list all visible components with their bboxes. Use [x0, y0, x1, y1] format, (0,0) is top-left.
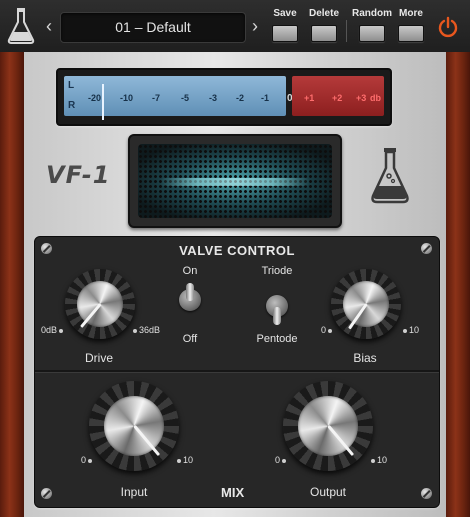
next-preset-button[interactable]: ›: [248, 14, 262, 38]
input-min-label: 0: [81, 455, 94, 465]
power-icon[interactable]: [437, 16, 459, 38]
meter-needle: [102, 84, 104, 120]
output-min-label: 0: [275, 455, 288, 465]
meter-tick: +3: [356, 93, 367, 103]
flask-logo-icon: [7, 8, 35, 44]
drive-min-label: 0dB: [41, 325, 65, 335]
save-key[interactable]: [272, 25, 298, 42]
on-off-toggle[interactable]: [179, 283, 201, 317]
toggle-on-label: On: [182, 265, 198, 277]
input-max-label: 10: [175, 455, 193, 465]
meter-tick: +1: [304, 93, 315, 103]
meter-tick: -2: [236, 93, 245, 103]
drive-label: Drive: [84, 351, 113, 365]
meter-tick: -5: [181, 93, 190, 103]
delete-button[interactable]: Delete: [306, 8, 342, 42]
triode-pentode-lever: [273, 307, 281, 325]
input-knob[interactable]: [89, 381, 179, 471]
output-max-label: 10: [369, 455, 387, 465]
right-wood-panel: [446, 52, 470, 517]
toolbar: ‹ 01 – Default › Save Delete Random More: [0, 0, 470, 53]
more-key[interactable]: [398, 25, 424, 42]
meter-tick: -1: [261, 93, 270, 103]
random-key[interactable]: [359, 25, 385, 42]
left-wood-panel: [0, 52, 24, 517]
meter-tick: -7: [152, 93, 161, 103]
save-button[interactable]: Save: [270, 8, 300, 42]
save-label: Save: [273, 8, 297, 19]
meter-tick: -10: [120, 93, 134, 103]
tube-glow: [160, 178, 310, 186]
preset-name-display[interactable]: 01 – Default: [60, 12, 246, 43]
valve-tube-window: [128, 134, 342, 228]
model-name: VF-1: [46, 161, 111, 189]
section-divider: [35, 370, 439, 373]
meter-tick: +2: [332, 93, 343, 103]
meter-unit: db: [370, 93, 381, 103]
meter-tick: -20: [88, 93, 102, 103]
control-panel: VALVE CONTROL 0dB 36dB Drive On Off Trio…: [34, 236, 440, 508]
triode-pentode-toggle[interactable]: [266, 291, 288, 325]
triode-label: Triode: [261, 265, 293, 277]
meter-left-channel-label: L: [68, 80, 75, 91]
screw-icon: [41, 488, 52, 499]
bias-label: Bias: [353, 351, 377, 365]
delete-key[interactable]: [311, 25, 337, 42]
valve-control-title: VALVE CONTROL: [179, 243, 295, 258]
meter-positive-scale: +1 +2 +3 db: [292, 76, 384, 116]
on-off-lever: [186, 283, 194, 301]
meter-right-channel-label: R: [68, 100, 76, 111]
toggle-off-label: Off: [182, 333, 198, 345]
input-label: Input: [120, 485, 148, 499]
meter-tick: -3: [209, 93, 218, 103]
meter-negative-scale: L R -20 -10 -7 -5 -3 -2 -1: [64, 76, 286, 120]
bias-min-label: 0: [321, 325, 334, 335]
bias-knob[interactable]: [331, 269, 401, 339]
random-label: Random: [352, 8, 392, 19]
output-knob[interactable]: [283, 381, 373, 471]
level-meter: L R -20 -10 -7 -5 -3 -2 -1 0 +1 +2 +3 db: [56, 68, 392, 126]
output-label: Output: [309, 485, 347, 499]
bias-max-label: 10: [401, 325, 419, 335]
pentode-label: Pentode: [256, 333, 298, 345]
delete-label: Delete: [308, 8, 339, 19]
toolbar-divider: [346, 20, 347, 42]
flask-icon: [371, 148, 409, 204]
random-button[interactable]: Random: [351, 8, 393, 42]
screw-icon: [421, 488, 432, 499]
drive-knob[interactable]: [65, 269, 135, 339]
prev-preset-button[interactable]: ‹: [42, 14, 56, 38]
mix-title: MIX: [221, 485, 245, 500]
more-label: More: [399, 8, 423, 19]
more-button[interactable]: More: [396, 8, 426, 42]
